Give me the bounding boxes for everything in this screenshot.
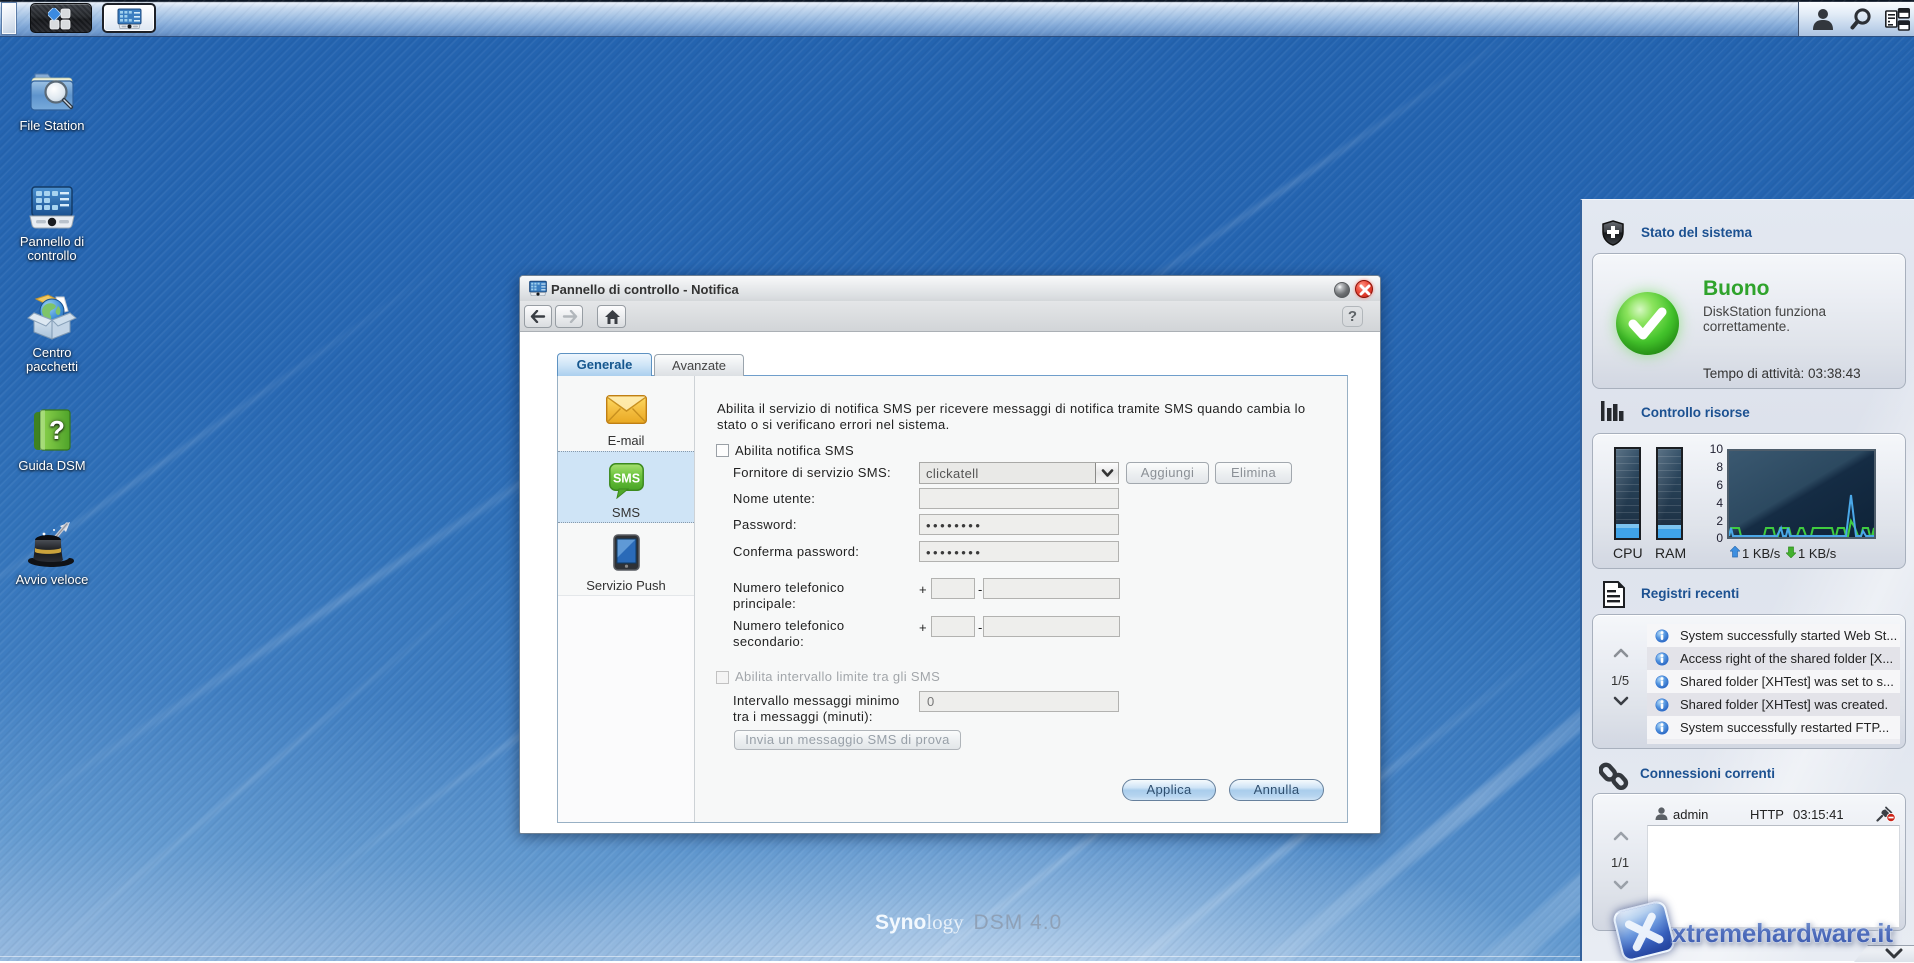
svg-text:?: ? bbox=[49, 415, 65, 445]
svg-text:SMS: SMS bbox=[613, 472, 640, 486]
svg-text:xtremehardware.it: xtremehardware.it bbox=[1672, 918, 1893, 948]
